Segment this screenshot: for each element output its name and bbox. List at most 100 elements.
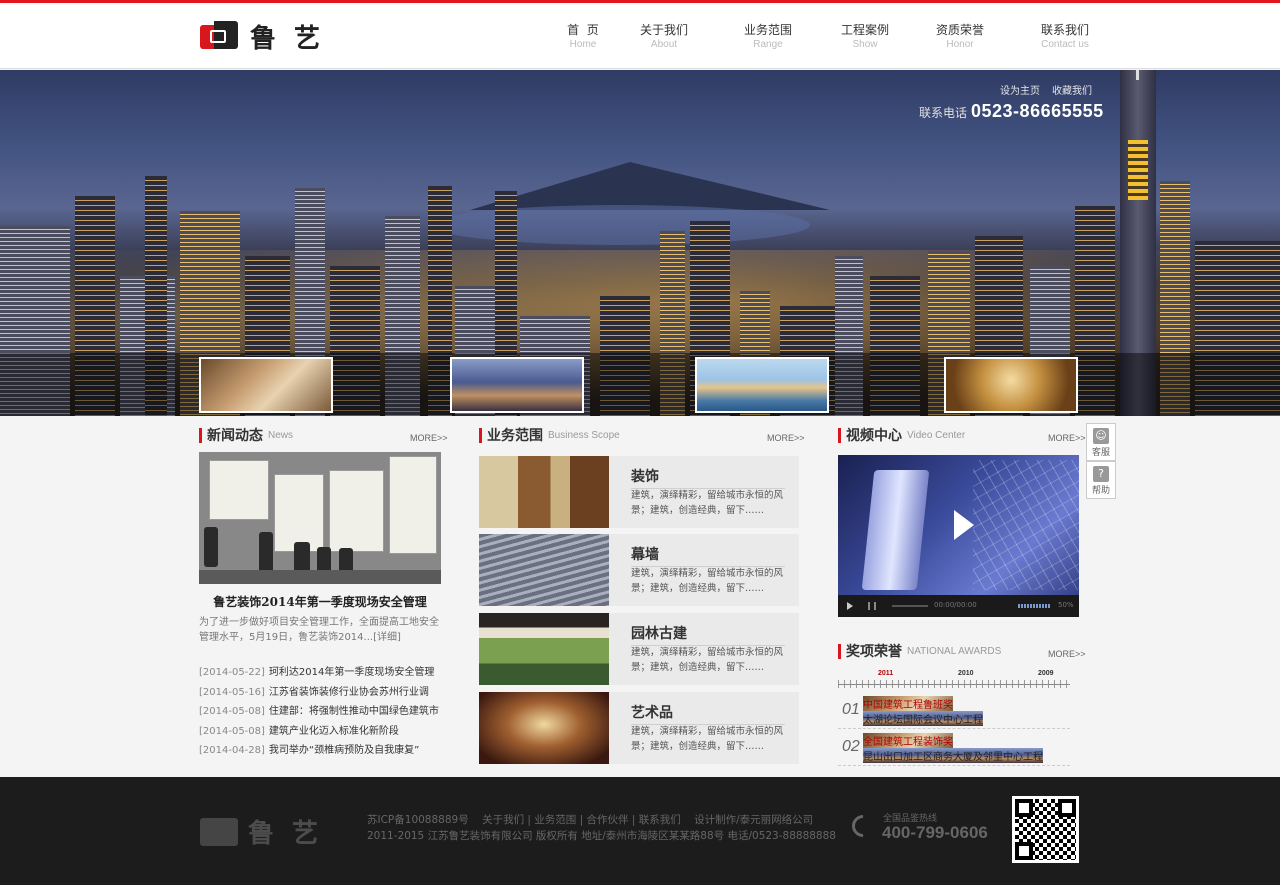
qr-code-icon <box>1012 796 1079 863</box>
business-title: 业务范围 <box>487 428 543 444</box>
site-logo[interactable]: 鲁艺 <box>200 20 338 54</box>
side-tool-label: 帮助 <box>1091 486 1110 496</box>
banner-lake <box>430 205 810 245</box>
business-item-desc: 建筑，演绎精彩，留给城市永恒的风景；建筑，创造经典，留下…… <box>631 568 784 594</box>
business-image <box>479 613 609 685</box>
business-more-link[interactable]: MORE>> <box>767 433 805 443</box>
nav-sublabel: Home <box>569 39 597 50</box>
title-accent-bar <box>479 427 482 443</box>
video-control-bar: 00:00/00:00 50% <box>838 595 1079 617</box>
title-accent-bar <box>838 643 841 659</box>
business-item-artwork[interactable]: 艺术品 建筑，演绎精彩，留给城市永恒的风景；建筑，创造经典，留下…… <box>479 692 799 764</box>
volume-icon[interactable] <box>1018 604 1050 608</box>
business-item-title: 幕墙 <box>631 547 659 563</box>
news-text: 建筑产业化迈入标准化新阶段 <box>268 725 399 737</box>
award-item[interactable]: 01 中国建筑工程鲁班奖 太湖论坛国际会议中心工程 <box>838 692 1070 729</box>
news-list-item[interactable]: [2014-04-28] 我司举办“颈椎病预防及自我康复” <box>199 741 441 761</box>
favorite-link[interactable]: 收藏我们 <box>1052 86 1092 97</box>
footer-designer[interactable]: 设计制作/泰元丽网络公司 <box>694 814 813 826</box>
awards-year-timeline: 2011 2010 2009 <box>838 670 1070 690</box>
nav-item-show[interactable]: 工程案例 Show <box>820 23 910 51</box>
news-more-link[interactable]: MORE>> <box>410 433 448 443</box>
nav-label: 首 页 <box>567 23 599 37</box>
business-item-title: 园林古建 <box>631 626 687 642</box>
footer-link-about[interactable]: 关于我们 <box>482 814 524 826</box>
news-list-item[interactable]: [2014-05-08] 建筑产业化迈入标准化新阶段 <box>199 722 441 742</box>
video-more-link[interactable]: MORE>> <box>1048 433 1086 443</box>
play-small-icon[interactable] <box>847 602 853 610</box>
business-item-title: 艺术品 <box>631 705 673 721</box>
customer-service-button[interactable]: ☺ 客服 <box>1086 423 1116 461</box>
hero-banner: 设为主页 收藏我们 联系电话 0523-86665555 <box>0 70 1280 416</box>
footer-copyright: 2011-2015 江苏鲁艺装饰有限公司 版权所有 地址/泰州市海陵区某某路88… <box>367 830 836 842</box>
footer-link-partners[interactable]: 合作伙伴 <box>587 814 629 826</box>
stop-icon[interactable] <box>868 602 876 610</box>
news-date: [2014-05-22] <box>199 667 265 678</box>
footer-logo[interactable]: 鲁艺 <box>200 813 336 850</box>
phone-label: 联系电话 <box>919 106 968 120</box>
footer-link-range[interactable]: 业务范围 <box>534 814 576 826</box>
set-home-link[interactable]: 设为主页 <box>1000 86 1040 97</box>
footer-info: 苏ICP备10088889号 关于我们 | 业务范围 | 合作伙伴 | 联系我们… <box>367 814 836 842</box>
title-accent-bar <box>199 427 202 443</box>
nav-item-contact[interactable]: 联系我们 Contact us <box>1020 23 1110 51</box>
progress-track[interactable] <box>892 605 928 607</box>
nav-item-range[interactable]: 业务范围 Range <box>723 23 813 51</box>
award-number: 02 <box>842 738 860 755</box>
news-section-title: 新闻动态 News <box>199 425 293 445</box>
awards-title: 奖项荣誉 <box>846 644 902 660</box>
news-title: 新闻动态 <box>207 428 263 444</box>
help-button[interactable]: ? 帮助 <box>1086 461 1116 499</box>
icp-number[interactable]: 苏ICP备10088889号 <box>367 814 469 826</box>
business-item-title: 装饰 <box>631 469 659 485</box>
nav-item-about[interactable]: 关于我们 About <box>619 23 709 51</box>
video-title-en: Video Center <box>907 429 966 441</box>
timeline-year[interactable]: 2009 <box>1038 670 1054 677</box>
news-title-en: News <box>268 429 294 441</box>
volume-value: 50% <box>1058 601 1074 609</box>
news-list-item[interactable]: [2014-05-22] 珂利达2014年第一季度现场安全管理 <box>199 663 441 683</box>
news-featured-image[interactable] <box>199 452 441 584</box>
video-player[interactable]: 00:00/00:00 50% <box>838 455 1079 617</box>
news-headline[interactable]: 鲁艺装饰2014年第一季度现场安全管理 <box>199 593 441 610</box>
business-item-garden[interactable]: 园林古建 建筑，演绎精彩，留给城市永恒的风景；建筑，创造经典，留下…… <box>479 613 799 685</box>
business-section-title: 业务范围 Business Scope <box>479 425 620 445</box>
banner-thumb-waterfront[interactable] <box>695 357 829 413</box>
nav-label: 关于我们 <box>639 23 688 37</box>
business-image <box>479 534 609 606</box>
nav-sublabel: About <box>650 39 678 50</box>
banner-thumb-cityscape[interactable] <box>450 357 584 413</box>
banner-thumb-interior[interactable] <box>199 357 333 413</box>
business-item-desc: 建筑，演绎精彩，留给城市永恒的风景；建筑，创造经典，留下…… <box>631 647 784 673</box>
business-item-desc: 建筑，演绎精彩，留给城市永恒的风景；建筑，创造经典，留下…… <box>631 490 784 516</box>
award-project: 昆山出口加工区商务大厦及邻里中心工程 <box>863 748 1043 763</box>
news-date: [2014-05-08] <box>199 706 265 717</box>
play-icon[interactable] <box>954 510 974 540</box>
news-list-item[interactable]: [2014-05-08] 住建部：将强制性推动中国绿色建筑市 <box>199 702 441 722</box>
news-list-item[interactable]: [2014-05-16] 江苏省装饰装修行业协会苏州行业调 <box>199 683 441 703</box>
footer-link-contact[interactable]: 联系我们 <box>639 814 681 826</box>
nav-sublabel: Range <box>753 39 783 50</box>
timeline-year[interactable]: 2011 <box>878 670 893 677</box>
hotline-number: 400-799-0606 <box>882 823 988 842</box>
news-date: [2014-04-28] <box>199 745 265 756</box>
nav-item-honor[interactable]: 资质荣誉 Honor <box>915 23 1005 51</box>
award-item[interactable]: 02 全国建筑工程装饰奖 昆山出口加工区商务大厦及邻里中心工程 <box>838 729 1070 766</box>
news-list: [2014-05-22] 珂利达2014年第一季度现场安全管理 [2014-05-… <box>199 663 441 761</box>
footer-logo-text: 鲁艺 <box>248 819 337 849</box>
business-item-desc: 建筑，演绎精彩，留给城市永恒的风景；建筑，创造经典，留下…… <box>631 726 784 752</box>
timeline-year[interactable]: 2010 <box>958 670 974 677</box>
business-title-en: Business Scope <box>548 429 620 441</box>
nav-item-home[interactable]: 首 页 Home <box>538 23 628 51</box>
timeline-line <box>838 684 1070 685</box>
award-name: 全国建筑工程装饰奖 <box>863 733 953 748</box>
business-item-decoration[interactable]: 装饰 建筑，演绎精彩，留给城市永恒的风景；建筑，创造经典，留下…… <box>479 456 799 528</box>
phone-number: 0523-86665555 <box>971 101 1104 121</box>
banner-quick-links: 设为主页 收藏我们 <box>988 82 1092 97</box>
banner-thumb-dome[interactable] <box>944 357 1078 413</box>
awards-more-link[interactable]: MORE>> <box>1048 649 1086 659</box>
nav-sublabel: Contact us <box>1041 39 1089 50</box>
award-name: 中国建筑工程鲁班奖 <box>863 696 953 711</box>
business-item-curtain-wall[interactable]: 幕墙 建筑，演绎精彩，留给城市永恒的风景；建筑，创造经典，留下…… <box>479 534 799 606</box>
news-text: 我司举办“颈椎病预防及自我康复” <box>268 745 420 756</box>
